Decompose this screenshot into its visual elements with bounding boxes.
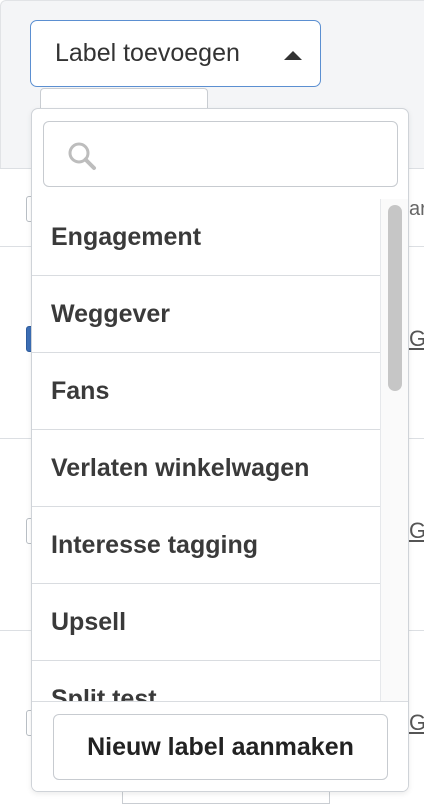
hidden-button-stub (122, 790, 330, 804)
column-header-fragment: ar (409, 198, 424, 220)
add-label-text: Label toevoegen (55, 39, 240, 67)
label-option-verlaten-winkelwagen[interactable]: Verlaten winkelwagen (32, 429, 380, 506)
row-link[interactable]: G (409, 518, 424, 544)
search-icon (68, 142, 96, 170)
dropdown-footer: Nieuw label aanmaken (32, 701, 408, 791)
create-new-label-button[interactable]: Nieuw label aanmaken (53, 714, 388, 780)
search-box (43, 121, 398, 187)
list-scrollbar[interactable] (380, 199, 408, 701)
label-list: Engagement Weggever Fans Verlaten winkel… (32, 199, 380, 701)
row-link[interactable]: G (409, 710, 424, 736)
caret-up-icon (284, 51, 302, 60)
label-search-input[interactable] (102, 132, 386, 178)
label-dropdown-panel: Engagement Weggever Fans Verlaten winkel… (31, 108, 409, 792)
label-option-interesse-tagging[interactable]: Interesse tagging (32, 506, 380, 583)
label-option-split-test[interactable]: Split test (32, 660, 380, 701)
label-option-engagement[interactable]: Engagement (32, 199, 380, 275)
label-option-weggever[interactable]: Weggever (32, 275, 380, 352)
scrollbar-thumb[interactable] (388, 205, 402, 391)
add-label-dropdown-button[interactable]: Label toevoegen (30, 20, 321, 87)
row-link[interactable]: G (409, 326, 424, 352)
label-option-fans[interactable]: Fans (32, 352, 380, 429)
label-option-upsell[interactable]: Upsell (32, 583, 380, 660)
